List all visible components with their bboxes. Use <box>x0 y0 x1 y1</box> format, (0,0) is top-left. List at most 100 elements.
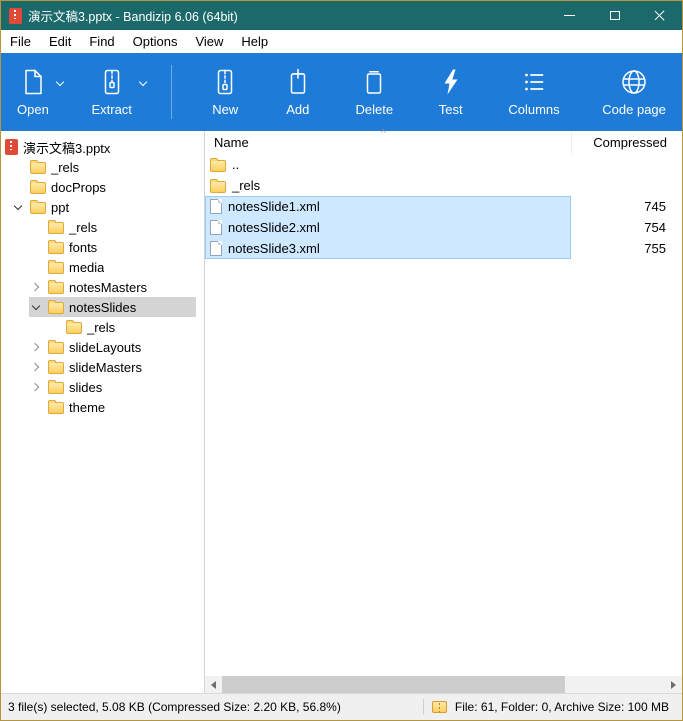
tree-item-theme[interactable]: theme <box>1 397 204 417</box>
tree-item-notesslides[interactable]: notesSlides <box>1 297 204 317</box>
new-button[interactable]: New <box>206 65 244 119</box>
column-name-label: Name <box>214 135 249 150</box>
folder-icon <box>48 242 64 254</box>
file-name: notesSlide1.xml <box>228 199 320 214</box>
expander-collapsed-icon[interactable] <box>29 380 43 394</box>
tree-item-docprops[interactable]: docProps <box>1 177 204 197</box>
column-compressed-label: Compressed <box>593 135 667 150</box>
scroll-left-icon <box>207 681 216 689</box>
compressed-size: 745 <box>571 199 682 214</box>
extract-button[interactable]: Extract <box>87 65 135 119</box>
list-item-updir[interactable]: .. <box>205 154 682 175</box>
scroll-right-button[interactable] <box>665 676 682 693</box>
tree-item-slides[interactable]: slides <box>1 377 204 397</box>
open-dropdown-icon[interactable] <box>56 78 64 86</box>
columns-list-icon <box>519 67 549 97</box>
expander-slot <box>29 260 43 274</box>
folder-icon <box>48 222 64 234</box>
close-button[interactable] <box>637 1 682 30</box>
folder-icon <box>48 342 64 354</box>
sort-ascending-icon: ^ <box>381 128 386 139</box>
folder-icon <box>48 302 64 314</box>
codepage-globe-icon <box>619 67 649 97</box>
tree-item-notesslides-rels[interactable]: _rels <box>1 317 204 337</box>
columns-button[interactable]: Columns <box>504 65 563 119</box>
tree-item-label: media <box>69 260 104 275</box>
add-button[interactable]: Add <box>279 65 317 119</box>
maximize-icon <box>610 11 620 20</box>
tree-item-rels[interactable]: _rels <box>1 157 204 177</box>
archive-summary: File: 61, Folder: 0, Archive Size: 100 M… <box>455 700 675 714</box>
compressed-size: 754 <box>571 220 682 235</box>
statusbar-divider <box>423 699 424 715</box>
folder-icon <box>66 322 82 334</box>
tree-item-label: notesSlides <box>69 300 136 315</box>
columns-label: Columns <box>508 102 559 117</box>
menu-help[interactable]: Help <box>232 30 277 53</box>
window-title: 演示文稿3.pptx - Bandizip 6.06 (64bit) <box>28 6 547 25</box>
expander-expanded-icon[interactable] <box>11 200 25 214</box>
delete-label: Delete <box>355 102 393 117</box>
test-label: Test <box>439 102 463 117</box>
tree-item-media[interactable]: media <box>1 257 204 277</box>
expander-collapsed-icon[interactable] <box>29 360 43 374</box>
folder-icon <box>30 162 46 174</box>
list-item-notesslide2[interactable]: notesSlide2.xml 754 <box>205 217 682 238</box>
toolbar-divider <box>171 65 172 119</box>
toolbar: Open Extract New <box>1 53 682 131</box>
expander-collapsed-icon[interactable] <box>29 340 43 354</box>
folder-icon <box>48 362 64 374</box>
folder-icon <box>30 182 46 194</box>
tree-item-label: slideMasters <box>69 360 142 375</box>
extract-label: Extract <box>91 102 131 117</box>
titlebar: 演示文稿3.pptx - Bandizip 6.06 (64bit) <box>1 1 682 30</box>
folder-icon <box>210 160 226 172</box>
list-item-notesslide3[interactable]: notesSlide3.xml 755 <box>205 238 682 259</box>
expander-slot <box>29 400 43 414</box>
menu-file[interactable]: File <box>1 30 40 53</box>
tree-item-fonts[interactable]: fonts <box>1 237 204 257</box>
tree-item-notesmasters[interactable]: notesMasters <box>1 277 204 297</box>
add-label: Add <box>286 102 309 117</box>
tree-item-label: ppt <box>51 200 69 215</box>
tree-item-label: docProps <box>51 180 106 195</box>
menu-find[interactable]: Find <box>80 30 123 53</box>
tree-item-ppt-rels[interactable]: _rels <box>1 217 204 237</box>
tree-item-label: fonts <box>69 240 97 255</box>
column-header-compressed[interactable]: Compressed <box>571 131 682 154</box>
minimize-button[interactable] <box>547 1 592 30</box>
menu-options[interactable]: Options <box>124 30 187 53</box>
expander-slot <box>29 240 43 254</box>
tree-item-slidemasters[interactable]: slideMasters <box>1 357 204 377</box>
list-item-rels[interactable]: _rels <box>205 175 682 196</box>
tree-item-archive-root[interactable]: 演示文稿3.pptx <box>1 137 204 157</box>
scroll-left-button[interactable] <box>205 676 222 693</box>
expander-collapsed-icon[interactable] <box>29 280 43 294</box>
maximize-button[interactable] <box>592 1 637 30</box>
close-icon <box>654 10 665 21</box>
scrollbar-thumb[interactable] <box>222 676 565 693</box>
pptx-archive-icon <box>9 8 22 24</box>
tree-item-label: theme <box>69 400 105 415</box>
folder-icon <box>30 202 46 214</box>
tree-item-label: 演示文稿3.pptx <box>23 138 110 157</box>
horizontal-scrollbar[interactable] <box>205 676 682 693</box>
menu-edit[interactable]: Edit <box>40 30 80 53</box>
column-header-name[interactable]: Name ^ <box>205 131 571 154</box>
folder-icon <box>48 402 64 414</box>
open-button[interactable]: Open <box>13 65 53 119</box>
expander-slot <box>29 220 43 234</box>
tree-item-slidelayouts[interactable]: slideLayouts <box>1 337 204 357</box>
menu-view[interactable]: View <box>186 30 232 53</box>
tree-item-label: _rels <box>69 220 97 235</box>
delete-button[interactable]: Delete <box>351 65 397 119</box>
list-item-notesslide1[interactable]: notesSlide1.xml 745 <box>205 196 682 217</box>
open-document-icon <box>18 67 48 97</box>
codepage-button[interactable]: Code page <box>598 65 670 119</box>
test-button[interactable]: Test <box>432 65 470 119</box>
extract-dropdown-icon[interactable] <box>139 78 147 86</box>
test-lightning-icon <box>436 67 466 97</box>
tree-item-ppt[interactable]: ppt <box>1 197 204 217</box>
expander-expanded-icon[interactable] <box>29 300 43 314</box>
pptx-file-icon <box>5 139 18 155</box>
